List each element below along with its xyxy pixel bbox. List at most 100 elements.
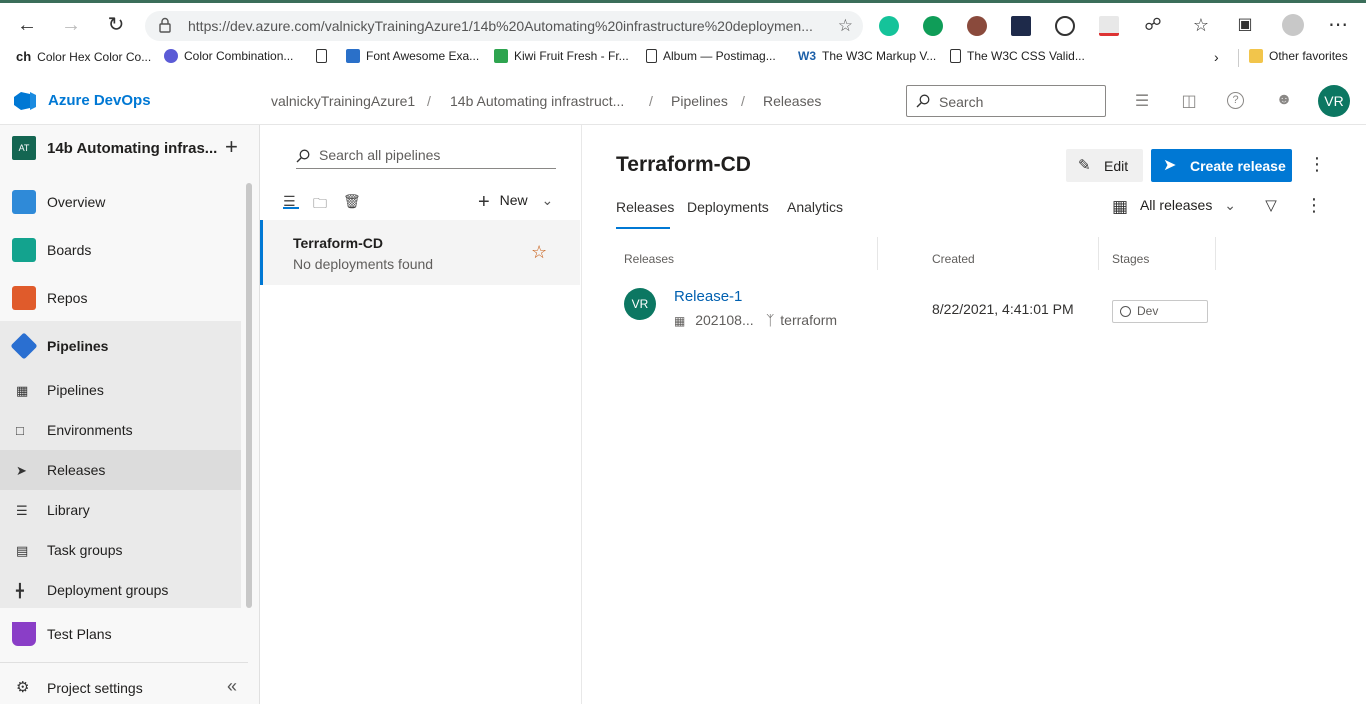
- sidebar-subitem-library[interactable]: ☰ Library: [0, 490, 241, 530]
- create-release-button[interactable]: ➤ Create release: [1151, 149, 1292, 182]
- ruler-extension-icon[interactable]: [1099, 16, 1119, 36]
- project-selector[interactable]: AT 14b Automating infras... +: [0, 125, 259, 173]
- page-icon: [646, 49, 657, 63]
- bookmarks-overflow-icon[interactable]: ›: [1214, 49, 1219, 65]
- breadcrumb-releases[interactable]: Releases: [763, 93, 821, 109]
- bookmark-w3c-markup[interactable]: W3 The W3C Markup V...: [798, 49, 936, 63]
- sidebar-item-test-plans[interactable]: Test Plans: [0, 614, 241, 654]
- table-view-icon: ▦: [1112, 197, 1129, 216]
- react-devtools-icon[interactable]: [1011, 16, 1031, 36]
- bookmarks-divider: [1238, 49, 1239, 67]
- edit-button[interactable]: ✎ Edit: [1066, 149, 1143, 182]
- sidebar-item-repos[interactable]: Repos: [0, 278, 241, 318]
- bookmark-w3c-css[interactable]: The W3C CSS Valid...: [950, 49, 1085, 63]
- folder-view-icon[interactable]: 🗀: [313, 193, 329, 211]
- back-icon[interactable]: ←: [14, 12, 40, 38]
- browser-toolbar: ← → ↻ https://dev.azure.com/valnickyTrai…: [0, 0, 1366, 46]
- collections-icon[interactable]: ▣: [1232, 12, 1258, 38]
- chevron-down-icon: ⌄: [1224, 197, 1236, 213]
- extensions-icon[interactable]: ☍: [1140, 12, 1166, 38]
- tab-releases[interactable]: Releases: [616, 199, 674, 215]
- grammarly-icon[interactable]: [879, 16, 899, 36]
- pixabay-icon: [494, 49, 508, 63]
- table-row[interactable]: VR Release-1 ▦ 202108... ᛉ terraform 8/2…: [604, 272, 1224, 338]
- environments-icon: □: [16, 423, 24, 438]
- bookmark-font-awesome[interactable]: Font Awesome Exa...: [346, 49, 479, 63]
- bookmark-postimage[interactable]: Album — Postimag...: [646, 49, 776, 63]
- search-pipelines-input[interactable]: Search all pipelines: [296, 141, 556, 169]
- all-releases-filter[interactable]: ▦ All releases ⌄: [1112, 197, 1236, 217]
- bookmark-kiwi-fruit[interactable]: Kiwi Fruit Fresh - Fr...: [494, 49, 629, 63]
- bookmark-color-hex[interactable]: ch Color Hex Color Co...: [16, 49, 151, 64]
- bookmark-color-combination[interactable]: Color Combination...: [164, 49, 293, 63]
- user-settings-icon[interactable]: ☻: [1274, 91, 1294, 111]
- sidebar-subitem-releases[interactable]: ➤ Releases: [0, 450, 241, 490]
- refresh-icon[interactable]: ↻: [103, 12, 129, 38]
- list-view-icon[interactable]: ☰: [283, 193, 299, 209]
- sidebar-scrollbar[interactable]: [246, 183, 252, 608]
- breadcrumb-project[interactable]: 14b Automating infrastruct...: [450, 93, 624, 109]
- breadcrumb-pipelines[interactable]: Pipelines: [671, 93, 728, 109]
- collapse-sidebar-icon[interactable]: «: [227, 676, 243, 696]
- release-link[interactable]: Release-1: [674, 288, 742, 305]
- bookmark-page-1[interactable]: [316, 49, 327, 63]
- pipeline-status: No deployments found: [293, 256, 434, 272]
- sidebar-subitem-task-groups[interactable]: ▤ Task groups: [0, 530, 241, 570]
- filter-icon[interactable]: ▽: [1263, 196, 1279, 214]
- other-favorites[interactable]: Other favorites: [1249, 49, 1348, 63]
- rocket-icon: ➤: [16, 463, 27, 478]
- more-actions-icon[interactable]: ⋮: [1308, 154, 1326, 175]
- azure-devops-logo-icon[interactable]: [14, 91, 36, 111]
- ado-header: Azure DevOps valnickyTrainingAzure1 / 14…: [0, 77, 1366, 125]
- sidebar-divider: [0, 662, 248, 663]
- repos-icon: [12, 286, 36, 310]
- forward-icon[interactable]: →: [58, 12, 84, 38]
- user-avatar[interactable]: VR: [1318, 85, 1350, 117]
- help-icon[interactable]: ?: [1227, 92, 1244, 109]
- profile-avatar[interactable]: [1282, 14, 1304, 36]
- task-groups-icon: ▤: [16, 543, 29, 558]
- sidebar-item-overview[interactable]: Overview: [0, 182, 241, 222]
- brand-title[interactable]: Azure DevOps: [48, 92, 151, 109]
- tab-analytics[interactable]: Analytics: [787, 199, 843, 215]
- favorites-icon[interactable]: ☆: [1188, 12, 1214, 38]
- sidebar-item-pipelines[interactable]: Pipelines: [0, 326, 241, 366]
- pipeline-list-item[interactable]: Terraform-CD No deployments found ☆: [260, 220, 580, 285]
- new-pipeline-button[interactable]: + New ⌄: [478, 191, 553, 214]
- left-navigation: AT 14b Automating infras... + Overview B…: [0, 125, 260, 704]
- page-icon: [316, 49, 327, 63]
- sidebar-subitem-deployment-groups[interactable]: ╋ Deployment groups: [0, 570, 241, 610]
- header-search-input[interactable]: Search: [906, 85, 1106, 117]
- boards-icon: [12, 238, 36, 262]
- tab-more-icon[interactable]: ⋮: [1305, 195, 1323, 216]
- release-branch: ᛉ terraform: [766, 312, 838, 328]
- add-icon[interactable]: +: [225, 134, 238, 160]
- sidebar-item-boards[interactable]: Boards: [0, 230, 241, 270]
- branch-icon: ᛉ: [766, 312, 775, 328]
- breadcrumb-organization[interactable]: valnickyTrainingAzure1: [271, 93, 415, 109]
- work-items-icon[interactable]: ☰: [1132, 91, 1152, 111]
- add-favorite-icon[interactable]: ☆: [838, 16, 853, 36]
- sidebar-subitem-pipelines[interactable]: ▦ Pipelines: [0, 370, 241, 410]
- releases-table-header: Releases Created Stages: [604, 237, 1224, 274]
- color-combination-icon: [164, 49, 178, 63]
- marketplace-icon[interactable]: ◫: [1179, 91, 1199, 111]
- sidebar-subitem-environments[interactable]: □ Environments: [0, 410, 241, 450]
- favorite-star-icon[interactable]: ☆: [531, 242, 547, 263]
- project-settings[interactable]: ⚙ Project settings «: [0, 668, 258, 708]
- breadcrumb-separator: /: [649, 93, 653, 109]
- browser-menu-icon[interactable]: ⋯: [1325, 12, 1351, 38]
- sync-extension-icon[interactable]: [1055, 16, 1075, 36]
- deleted-icon[interactable]: 🗑: [343, 193, 361, 209]
- chevron-down-icon: ⌄: [541, 192, 554, 208]
- stage-status-badge[interactable]: Dev: [1112, 300, 1208, 323]
- folder-icon: [1249, 49, 1263, 63]
- tab-deployments[interactable]: Deployments: [687, 199, 769, 215]
- check-extension-icon[interactable]: [923, 16, 943, 36]
- address-bar[interactable]: https://dev.azure.com/valnickyTrainingAz…: [145, 11, 863, 41]
- coffee-extension-icon[interactable]: [967, 16, 987, 36]
- lock-icon: [159, 17, 171, 33]
- column-divider: [877, 237, 878, 270]
- column-divider: [1098, 237, 1099, 270]
- column-stages: Stages: [1112, 252, 1150, 266]
